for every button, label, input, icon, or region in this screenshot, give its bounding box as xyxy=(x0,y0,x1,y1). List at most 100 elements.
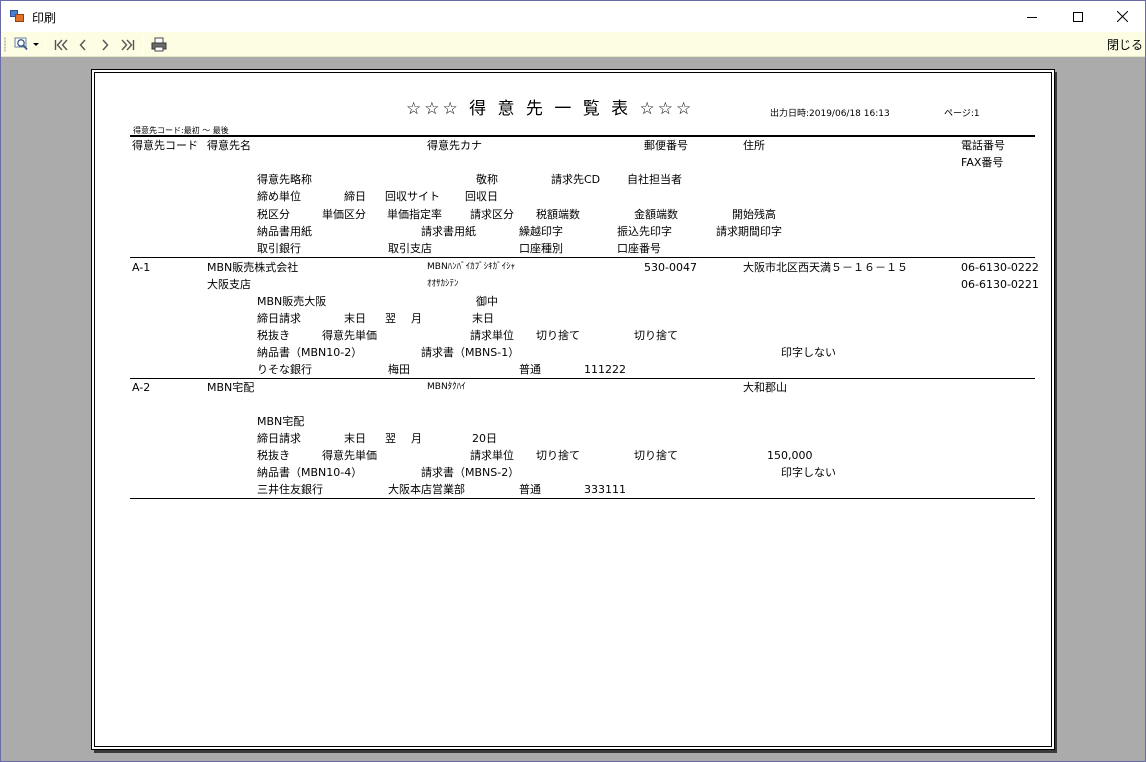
prev-page-icon xyxy=(79,39,86,50)
col-header-short-name: 得意先略称 xyxy=(257,173,312,186)
record-name: MBN宅配 xyxy=(207,381,255,394)
col-header-name: 得意先名 xyxy=(207,139,251,152)
record-invoice-form: 請求書（MBNS-2） xyxy=(421,466,520,479)
next-page-button[interactable] xyxy=(96,35,114,54)
col-header-price-class: 単価区分 xyxy=(322,208,366,221)
close-preview-button[interactable]: 閉じる xyxy=(1107,36,1143,53)
first-page-button[interactable] xyxy=(51,35,71,54)
report-title: ☆☆☆ 得 意 先 一 覧 表 ☆☆☆ xyxy=(406,99,695,119)
record-period-print: 印字しない xyxy=(781,346,836,359)
record-honorific: 御中 xyxy=(476,295,498,308)
col-header-price-rate: 単価指定率 xyxy=(387,208,442,221)
print-button[interactable] xyxy=(149,35,169,54)
col-header-closing-unit: 締め単位 xyxy=(257,190,301,203)
record-tax-rounding: 切り捨て xyxy=(536,329,580,342)
record-account-no: 333111 xyxy=(584,483,626,496)
last-page-icon xyxy=(121,39,135,50)
col-header-period-print: 請求期間印字 xyxy=(716,225,782,238)
col-header-staff: 自社担当者 xyxy=(627,173,682,186)
minimize-icon xyxy=(1027,16,1037,18)
record-opening-balance: 150,000 xyxy=(767,449,813,462)
record-period-print: 印字しない xyxy=(781,466,836,479)
col-header-collection-day: 回収日 xyxy=(465,190,498,203)
app-icon xyxy=(10,10,24,22)
col-header-branch: 取引支店 xyxy=(388,242,432,255)
col-header-billing-cd: 請求先CD xyxy=(551,173,601,186)
window-title: 印刷 xyxy=(32,11,57,25)
minimize-button[interactable] xyxy=(1009,1,1055,32)
record-closing-day: 末日 xyxy=(344,312,366,325)
record-billing-class: 請求単位 xyxy=(470,329,514,342)
zoom-icon xyxy=(14,37,28,51)
header-bottom-rule xyxy=(130,257,1035,258)
col-header-code: 得意先コード xyxy=(132,139,198,152)
close-icon xyxy=(1116,11,1128,22)
title-bar: 印刷 xyxy=(1,1,1145,32)
page-number: ページ:1 xyxy=(944,109,980,119)
record-postal: 530-0047 xyxy=(644,261,697,274)
record-code: A-1 xyxy=(132,261,151,274)
record-delivery-form: 納品書（MBN10-4） xyxy=(257,466,363,479)
record-tax-class: 税抜き xyxy=(257,449,290,462)
record-fax: 06-6130-0221 xyxy=(961,278,1039,291)
record-name: MBN販売株式会社 xyxy=(207,261,299,274)
record-account-type: 普通 xyxy=(519,363,541,376)
record-tax-class: 税抜き xyxy=(257,329,290,342)
last-page-button[interactable] xyxy=(118,35,138,54)
record-code: A-2 xyxy=(132,381,151,394)
col-header-postal: 郵便番号 xyxy=(644,139,688,152)
col-header-carryover-print: 繰越印字 xyxy=(519,225,563,238)
record-account-no: 111222 xyxy=(584,363,626,376)
zoom-dropdown-button[interactable] xyxy=(32,35,41,54)
col-header-tel: 電話番号 xyxy=(961,139,1005,152)
header-top-rule xyxy=(130,135,1035,137)
col-header-honorific: 敬称 xyxy=(476,173,498,186)
report-bottom-rule xyxy=(130,498,1035,499)
col-header-delivery-form: 納品書用紙 xyxy=(257,225,312,238)
output-datetime: 出力日時:2019/06/18 16:13 xyxy=(770,109,890,119)
record-closing-unit: 締日請求 xyxy=(257,312,301,325)
col-header-tax-rounding: 税額端数 xyxy=(536,208,580,221)
close-window-button[interactable] xyxy=(1099,1,1145,32)
first-page-icon xyxy=(54,39,68,50)
toolbar-grip[interactable] xyxy=(4,37,6,52)
record-kana: MBNﾊﾝﾊﾞｲｶﾌﾞｼｷｶﾞｲｼｬ xyxy=(427,262,516,272)
col-header-collection-site: 回収サイト xyxy=(385,190,440,203)
print-preview-window: 印刷 閉じる ☆☆☆ 得 意 先 一 覧 表 ☆☆☆ 出力日時:2019/06/… xyxy=(0,0,1146,762)
col-header-kana: 得意先カナ xyxy=(427,139,482,152)
record-collection-site-b: 月 xyxy=(411,312,422,325)
col-header-address: 住所 xyxy=(743,139,765,152)
record-address: 大阪市北区西天満５－１６－１５ xyxy=(743,261,908,274)
prev-page-button[interactable] xyxy=(74,35,92,54)
print-icon xyxy=(151,37,167,52)
col-header-account-type: 口座種別 xyxy=(519,242,563,255)
record-branch: 大阪本店営業部 xyxy=(388,483,465,496)
col-header-amount-rounding: 金額端数 xyxy=(634,208,678,221)
next-page-icon xyxy=(102,39,109,50)
col-header-closing-day: 締日 xyxy=(344,190,366,203)
record-price-class: 得意先単価 xyxy=(322,449,377,462)
col-header-opening-balance: 開始残高 xyxy=(732,208,776,221)
record-collection-site-b: 月 xyxy=(411,432,422,445)
record-branch: 梅田 xyxy=(388,363,410,376)
col-header-bank: 取引銀行 xyxy=(257,242,301,255)
maximize-button[interactable] xyxy=(1055,1,1101,32)
preview-toolbar: 閉じる xyxy=(1,32,1145,57)
dropdown-arrow-icon xyxy=(33,42,39,46)
record-collection-site-a: 翌 xyxy=(385,312,396,325)
col-header-fax: FAX番号 xyxy=(961,156,1004,169)
record-bank: りそな銀行 xyxy=(257,363,312,376)
record-invoice-form: 請求書（MBNS-1） xyxy=(421,346,520,359)
report-page: ☆☆☆ 得 意 先 一 覧 表 ☆☆☆ 出力日時:2019/06/18 16:1… xyxy=(91,69,1055,750)
record-collection-day: 末日 xyxy=(472,312,494,325)
record-tel: 06-6130-0222 xyxy=(961,261,1039,274)
col-header-tax-class: 税区分 xyxy=(257,208,290,221)
zoom-button[interactable] xyxy=(12,35,32,54)
record-collection-site-a: 翌 xyxy=(385,432,396,445)
record-collection-day: 20日 xyxy=(472,432,497,445)
record-bank: 三井住友銀行 xyxy=(257,483,323,496)
record-account-type: 普通 xyxy=(519,483,541,496)
record-name2: 大阪支店 xyxy=(207,278,251,291)
record-delivery-form: 納品書（MBN10-2） xyxy=(257,346,363,359)
toolbar-separator xyxy=(45,36,46,53)
